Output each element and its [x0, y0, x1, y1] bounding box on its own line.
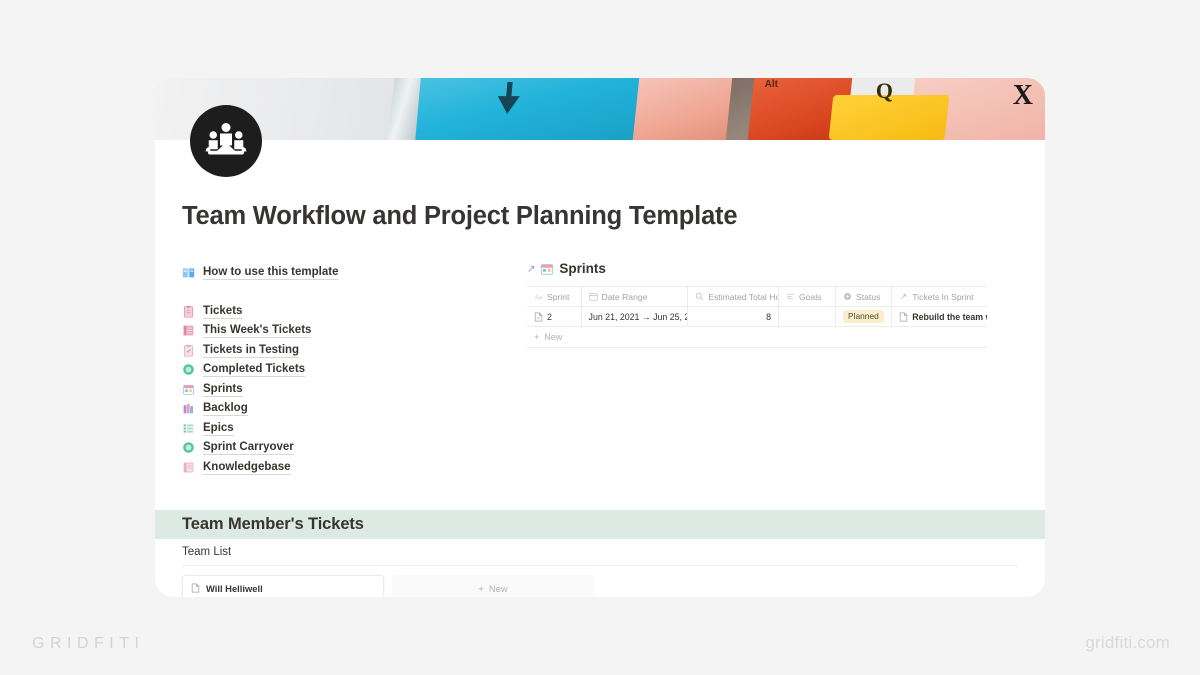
sidebar-item-sprints[interactable]: Sprints	[182, 380, 527, 400]
team-new-card-button[interactable]: + New	[392, 575, 594, 597]
column-header-label: Date Range	[601, 291, 648, 302]
column-header-label: Sprint	[547, 291, 570, 302]
sidebar-item-label: How to use this template	[203, 266, 339, 281]
sidebar-item-label: This Week's Tickets	[203, 324, 312, 339]
relation-icon	[901, 293, 907, 300]
team-list-section: Team List Will Helliwell + New	[182, 546, 1018, 597]
sidebar-item-this-weeks-tickets[interactable]: This Week's Tickets	[182, 321, 527, 341]
cell-status[interactable]: Planned	[836, 307, 893, 326]
cell-goals[interactable]	[779, 307, 837, 326]
column-header-status[interactable]: Status	[836, 287, 893, 306]
open-arrow-icon: ↗	[527, 263, 536, 275]
table-header-row: Aa Sprint Date Range Estimated Total H G…	[527, 286, 987, 307]
select-icon	[844, 293, 851, 300]
sidebar-item-label: Epics	[203, 421, 234, 436]
sidebar-item-tickets-in-testing[interactable]: Tickets in Testing	[182, 341, 527, 361]
cell-tickets-in-sprint-value: Rebuild the team w	[912, 311, 988, 322]
sidebar-item-label: Knowledgebase	[203, 460, 291, 475]
clipboard-icon	[184, 305, 193, 318]
column-header-estimated-total-hours[interactable]: Estimated Total Hours	[688, 287, 779, 306]
link-column: How to use this template Tickets This We…	[182, 259, 527, 477]
cell-sprint-value: 2	[547, 311, 552, 322]
clipboard-icon	[184, 344, 193, 357]
page-icon-team-meeting[interactable]	[190, 105, 262, 177]
sprints-db-title[interactable]: ↗ Sprints	[527, 261, 1018, 277]
formula-icon	[696, 292, 704, 301]
cover-glyph-alt: Alt	[764, 79, 778, 90]
cell-sprint[interactable]: 2	[527, 307, 582, 326]
page-body: Team Workflow and Project Planning Templ…	[155, 140, 1045, 477]
svg-text:Aa: Aa	[534, 294, 542, 301]
page-icon	[191, 583, 200, 593]
sidebar-item-label: Tickets	[203, 304, 243, 319]
team-meeting-icon	[205, 123, 247, 155]
notebook-icon	[183, 325, 194, 336]
calendar-emoji-icon	[541, 264, 554, 275]
banner-title: Team Member's Tickets	[182, 515, 364, 533]
books-icon	[183, 404, 194, 414]
sidebar-item-tickets[interactable]: Tickets	[182, 302, 527, 322]
sidebar-item-epics[interactable]: Epics	[182, 419, 527, 439]
two-column-layout: How to use this template Tickets This We…	[182, 259, 1018, 477]
team-card[interactable]: Will Helliwell	[182, 575, 384, 597]
column-header-label: Status	[856, 291, 881, 302]
watermark-gridfiti: GRIDFITI	[32, 635, 145, 652]
page-icon	[534, 311, 543, 322]
team-list-title: Team List	[182, 546, 1018, 566]
new-row-label: New	[544, 332, 563, 342]
plus-icon: +	[478, 582, 484, 594]
column-header-label: Goals	[798, 291, 822, 302]
cell-tickets-in-sprint[interactable]: Rebuild the team w	[892, 307, 987, 326]
text-icon	[787, 293, 794, 300]
column-header-goals[interactable]: Goals	[779, 287, 837, 306]
sidebar-item-label: Backlog	[203, 402, 248, 417]
table-row[interactable]: 2 Jun 21, 2021 → Jun 25, 2021 8 Planned	[527, 307, 987, 327]
page-icon	[900, 311, 908, 322]
cover-key-cyan	[414, 78, 652, 140]
sprints-db-name: Sprints	[559, 261, 606, 276]
book-icon	[183, 462, 194, 473]
open-book-icon	[182, 268, 195, 278]
cell-date-range[interactable]: Jun 21, 2021 → Jun 25, 2021	[582, 307, 689, 326]
plus-icon: +	[534, 332, 540, 342]
column-header-sprint[interactable]: Aa Sprint	[527, 287, 582, 306]
sprints-database-column: ↗ Sprints Aa Sprint Date Range Estimated…	[527, 259, 1018, 348]
sidebar-item-label: Completed Tickets	[203, 363, 306, 378]
calendar-icon	[183, 384, 194, 395]
cell-estimated-total-hours[interactable]: 8	[688, 307, 779, 326]
title-icon: Aa	[534, 294, 542, 301]
team-members-tickets-banner: Team Member's Tickets	[155, 510, 1045, 539]
sidebar-item-label: Sprints	[203, 382, 243, 397]
sprints-table: Aa Sprint Date Range Estimated Total H G…	[527, 286, 987, 348]
team-card-label: Will Helliwell	[206, 582, 263, 594]
page-title: Team Workflow and Project Planning Templ…	[182, 202, 738, 230]
green-circle-icon	[183, 364, 194, 376]
column-header-label: Estimated Total Hours	[708, 291, 778, 302]
sidebar-item-sprint-carryover[interactable]: Sprint Carryover	[182, 438, 527, 458]
column-header-label: Tickets In Sprint	[912, 291, 974, 302]
watermark-gridfiti-com: gridfiti.com	[1085, 633, 1170, 652]
cover-glyph-q: Q	[875, 78, 894, 103]
cover-image[interactable]: Alt Q X	[155, 78, 1045, 140]
sidebar-item-label: Tickets in Testing	[203, 343, 300, 358]
notion-page-card: Alt Q X Team Workflow and Project Planni…	[155, 78, 1045, 597]
column-header-tickets-in-sprint[interactable]: Tickets In Sprint	[892, 287, 987, 306]
sidebar-item-completed-tickets[interactable]: Completed Tickets	[182, 360, 527, 380]
new-card-label: New	[488, 582, 508, 594]
sidebar-item-knowledgebase[interactable]: Knowledgebase	[182, 458, 527, 478]
list-icon	[183, 424, 194, 433]
sidebar-item-backlog[interactable]: Backlog	[182, 399, 527, 419]
green-circle-icon	[183, 442, 194, 454]
calendar-icon	[588, 293, 598, 301]
team-gallery: Will Helliwell + New	[182, 575, 1018, 597]
sidebar-item-how-to-use[interactable]: How to use this template	[182, 263, 527, 283]
status-badge: Planned	[843, 310, 884, 323]
cover-glyph-x: X	[1012, 80, 1033, 111]
sidebar-item-label: Sprint Carryover	[203, 441, 294, 456]
column-header-date-range[interactable]: Date Range	[582, 287, 689, 306]
table-new-row-button[interactable]: + New	[527, 327, 987, 348]
